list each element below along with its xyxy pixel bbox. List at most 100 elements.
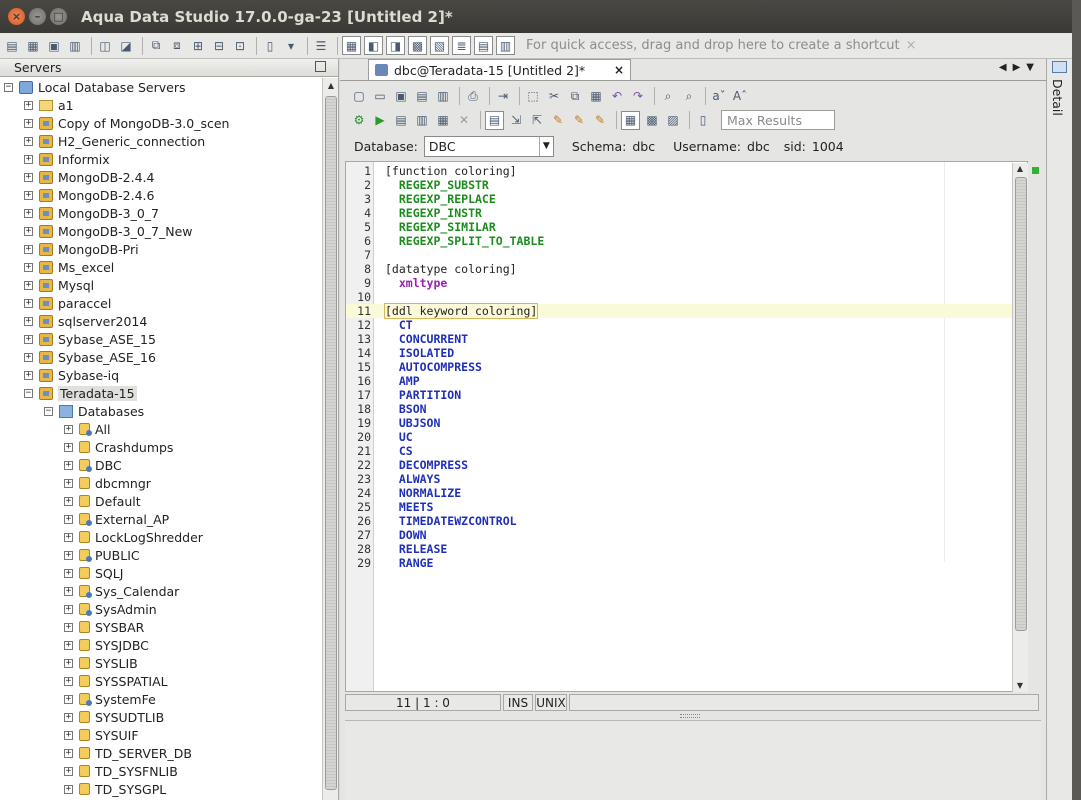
commit-icon[interactable]: ⇲	[507, 111, 525, 129]
database-node[interactable]: + DBC	[0, 456, 322, 474]
register-server-icon[interactable]: ▣	[45, 37, 63, 55]
server-node[interactable]: + paraccel	[0, 294, 322, 312]
dropdown-arrow-icon[interactable]: ▾	[282, 37, 300, 55]
execute-icon[interactable]: ▶	[371, 111, 389, 129]
auto-commit-icon[interactable]: ▤	[485, 110, 504, 130]
database-node[interactable]: + SYSUIF	[0, 726, 322, 744]
expand-toggle-icon[interactable]: +	[64, 514, 73, 524]
expand-toggle-icon[interactable]: +	[24, 226, 33, 236]
server-node[interactable]: + Sybase_ASE_16	[0, 348, 322, 366]
expand-toggle-icon[interactable]: +	[24, 136, 33, 146]
execute-script-icon[interactable]: ▤	[392, 111, 410, 129]
expand-toggle-icon[interactable]: +	[64, 532, 73, 542]
tab-right-icon[interactable]: ▶	[1013, 62, 1021, 73]
expand-toggle-icon[interactable]: +	[64, 460, 73, 470]
paste-icon[interactable]: ▦	[587, 87, 605, 105]
find-icon[interactable]: ⌕	[659, 87, 677, 105]
database-node[interactable]: + Default	[0, 492, 322, 510]
chart-view-icon[interactable]: ▤	[474, 36, 493, 55]
text-view-icon[interactable]: ≣	[452, 36, 471, 55]
database-node[interactable]: + All	[0, 420, 322, 438]
expand-toggle-icon[interactable]: +	[24, 316, 33, 326]
expand-toggle-icon[interactable]: +	[24, 370, 33, 380]
expand-toggle-icon[interactable]: +	[24, 190, 33, 200]
connect-icon[interactable]: ◫	[96, 37, 114, 55]
database-node[interactable]: + SystemFe	[0, 690, 322, 708]
bookmark-icon[interactable]: ✎	[591, 111, 609, 129]
server-node[interactable]: + Sybase-iq	[0, 366, 322, 384]
panel-restore-icon[interactable]	[315, 61, 326, 72]
expand-toggle-icon[interactable]: +	[64, 676, 73, 686]
results-in-file-icon[interactable]: ▨	[664, 111, 682, 129]
server-node[interactable]: + Mysql	[0, 276, 322, 294]
expand-toggle-icon[interactable]: +	[64, 622, 73, 632]
database-node[interactable]: + TD_SYSFNLIB	[0, 762, 322, 780]
lowercase-icon[interactable]: aˇ	[710, 87, 728, 105]
expand-toggle-icon[interactable]: +	[64, 784, 73, 794]
detail-panel-label[interactable]: Detail	[1050, 79, 1065, 116]
save-as-icon[interactable]: ▤	[413, 87, 431, 105]
grid-view-icon[interactable]: ▩	[408, 36, 427, 55]
stop-icon[interactable]: ✕	[455, 111, 473, 129]
execute-edit-icon[interactable]: ▥	[413, 111, 431, 129]
find-replace-icon[interactable]: ⌕	[680, 87, 698, 105]
undo-icon[interactable]: ↶	[608, 87, 626, 105]
expand-toggle-icon[interactable]: +	[24, 262, 33, 272]
server-node[interactable]: + MongoDB-3_0_7	[0, 204, 322, 222]
max-results-input[interactable]: Max Results	[721, 110, 835, 130]
server-tree-scrollbar[interactable]: ▲	[322, 78, 338, 800]
expand-toggle-icon[interactable]: +	[64, 568, 73, 578]
database-node[interactable]: + LockLogShredder	[0, 528, 322, 546]
database-node[interactable]: + Sys_Calendar	[0, 582, 322, 600]
expand-toggle-icon[interactable]: +	[64, 730, 73, 740]
expand-toggle-icon[interactable]: +	[64, 496, 73, 506]
expand-toggle-icon[interactable]: +	[24, 298, 33, 308]
server-node[interactable]: + Sybase_ASE_15	[0, 330, 322, 348]
tab-close-icon[interactable]: ×	[614, 63, 624, 77]
tab-left-icon[interactable]: ◀	[999, 62, 1007, 73]
server-node[interactable]: + H2_Generic_connection	[0, 132, 322, 150]
expand-toggle-icon[interactable]: +	[24, 154, 33, 164]
database-select[interactable]: DBC ▼	[423, 135, 554, 157]
expand-toggle-icon[interactable]: +	[64, 550, 73, 560]
expand-toggle-icon[interactable]: +	[64, 442, 73, 452]
uppercase-icon[interactable]: Aˆ	[731, 87, 749, 105]
database-node[interactable]: + SYSLIB	[0, 654, 322, 672]
cut-icon[interactable]: ✂	[545, 87, 563, 105]
history-icon[interactable]: ▯	[694, 111, 712, 129]
expand-toggle-icon[interactable]: +	[64, 766, 73, 776]
document-icon[interactable]: ▯	[261, 37, 279, 55]
collapse-toggle-icon[interactable]: −	[4, 82, 13, 92]
expand-toggle-icon[interactable]: +	[24, 118, 33, 128]
new-file-icon[interactable]: ▢	[350, 87, 368, 105]
copy-icon[interactable]: ⧉	[566, 87, 584, 105]
expand-toggle-icon[interactable]: +	[24, 352, 33, 362]
expand-toggle-icon[interactable]: +	[24, 334, 33, 344]
window-maximize-button[interactable]: □	[50, 8, 67, 25]
expand-toggle-icon[interactable]: +	[64, 424, 73, 434]
schema-browser-icon[interactable]: ⧈	[168, 37, 186, 55]
quick-access-close-icon[interactable]: ×	[906, 38, 917, 53]
chevron-down-icon[interactable]: ▼	[538, 136, 553, 156]
database-node[interactable]: + dbcmngr	[0, 474, 322, 492]
open-file-icon[interactable]: ▭	[371, 87, 389, 105]
tune-icon[interactable]: ✎	[570, 111, 588, 129]
collapse-toggle-icon[interactable]: −	[24, 388, 33, 398]
disconnect-icon[interactable]: ◪	[117, 37, 135, 55]
tree-root[interactable]: − Local Database Servers	[0, 78, 322, 96]
expand-toggle-icon[interactable]: +	[64, 640, 73, 650]
redo-icon[interactable]: ↷	[629, 87, 647, 105]
database-node[interactable]: + PUBLIC	[0, 546, 322, 564]
table-view-icon[interactable]: ▦	[342, 36, 361, 55]
format-icon[interactable]: ✎	[549, 111, 567, 129]
results-in-text-icon[interactable]: ▩	[643, 111, 661, 129]
database-node[interactable]: + SYSUDTLIB	[0, 708, 322, 726]
select-icon[interactable]: ⬚	[524, 87, 542, 105]
database-node[interactable]: + SysAdmin	[0, 600, 322, 618]
database-node[interactable]: + SQLJ	[0, 564, 322, 582]
server-node[interactable]: + sqlserver2014	[0, 312, 322, 330]
pane-splitter[interactable]	[680, 714, 700, 718]
server-node[interactable]: + MongoDB-2.4.6	[0, 186, 322, 204]
pivot-view-icon[interactable]: ▧	[430, 36, 449, 55]
expand-toggle-icon[interactable]: +	[24, 280, 33, 290]
